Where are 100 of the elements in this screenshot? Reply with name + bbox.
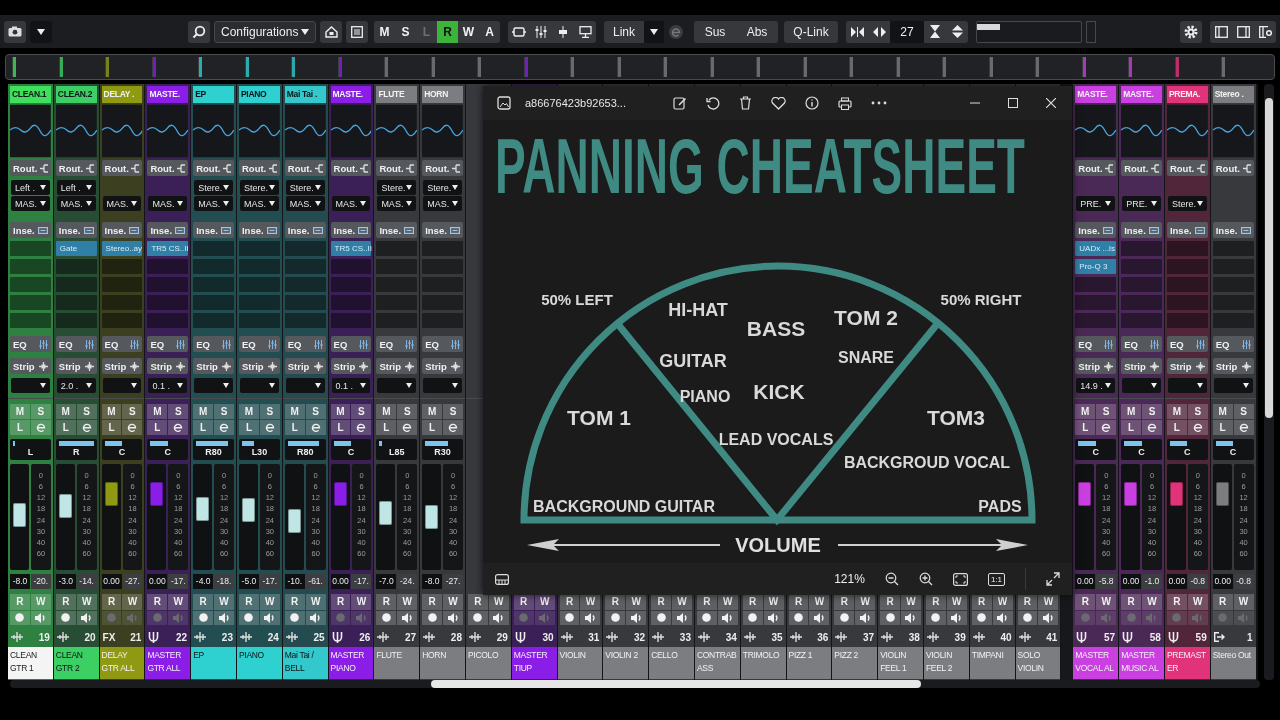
automation-button[interactable]: R [376, 594, 397, 610]
routing-button[interactable]: Rout. [1166, 160, 1208, 176]
channel-toggle-button[interactable]: S [1233, 404, 1254, 419]
eq-button[interactable]: EQ [10, 336, 51, 352]
pan-control[interactable]: C [147, 439, 189, 460]
volume-value[interactable]: -8.0 [10, 574, 30, 589]
input-dropdown[interactable]: Stere. [194, 180, 233, 195]
automation-button[interactable]: W [397, 594, 418, 610]
automation-button[interactable]: W [1187, 594, 1208, 610]
channel-name[interactable]: CLEAN GTR 2 [53, 647, 99, 679]
channel-name[interactable]: Mai Tai / BELL [282, 647, 328, 679]
channel-count-field[interactable]: 27 [890, 20, 924, 43]
automation-button[interactable]: R [513, 594, 534, 610]
channel-toggle-button[interactable]: M [101, 404, 122, 419]
mode-button[interactable]: R [437, 20, 458, 43]
volume-value[interactable]: -5.0 [239, 574, 259, 589]
channel-toggle-button[interactable]: S [305, 404, 326, 419]
channel-name[interactable]: PIANO [237, 647, 282, 679]
channel-toggle-button[interactable]: L [239, 420, 259, 435]
eq-button[interactable]: EQ [1212, 336, 1254, 352]
q-link-button[interactable]: Q-Link [784, 20, 838, 43]
strip-button[interactable]: Strip [1212, 358, 1254, 374]
channel-header[interactable]: EP [193, 86, 234, 103]
channel-header[interactable]: HORN [422, 86, 463, 103]
automation-button[interactable]: R [696, 594, 717, 610]
channel-toggle-button[interactable]: M [1121, 404, 1141, 419]
volume-value[interactable]: 0.00 [1212, 574, 1233, 589]
strip-button[interactable]: Strip [1166, 358, 1208, 374]
pan-control[interactable]: R80 [193, 439, 234, 460]
channel-name[interactable]: HORN [420, 647, 465, 679]
automation-button[interactable]: R [742, 594, 763, 610]
insert-slot[interactable]: UADx ...ls [1075, 241, 1117, 256]
strip-dropdown[interactable]: 0.1 . [331, 378, 371, 393]
automation-button[interactable]: W [1233, 594, 1254, 610]
automation-button[interactable]: W [168, 594, 189, 610]
channel-toggle-button[interactable]: L [1075, 420, 1096, 435]
pan-control[interactable]: L [10, 439, 51, 460]
configurations-dropdown[interactable]: Configurations [214, 20, 316, 43]
inserts-button[interactable]: Inse. [422, 222, 463, 238]
automation-button[interactable]: R [467, 594, 488, 610]
channel-toggle-button[interactable]: L [1121, 420, 1141, 435]
volume-value[interactable]: 0.00 [101, 574, 122, 589]
channel-toggle-button[interactable]: S [214, 404, 234, 419]
channel-toggle-button[interactable]: M [1212, 404, 1233, 419]
strip-button[interactable]: Strip [147, 358, 189, 374]
inserts-button[interactable]: Inse. [284, 222, 326, 238]
inserts-button[interactable]: Inse. [147, 222, 189, 238]
routing-button[interactable]: Rout. [1075, 160, 1117, 176]
mode-button[interactable]: M [374, 20, 395, 43]
automation-button[interactable]: W [214, 594, 234, 610]
inserts-button[interactable]: Inse. [376, 222, 418, 238]
strip-dropdown[interactable]: 2.0 . [56, 378, 96, 393]
inserts-button[interactable]: Inse. [330, 222, 372, 238]
automation-button[interactable]: R [1212, 594, 1233, 610]
automation-button[interactable]: R [605, 594, 626, 610]
channel-toggle-button[interactable]: L [284, 420, 305, 435]
channel-toggle-button[interactable]: M [376, 404, 397, 419]
automation-button[interactable]: W [305, 594, 326, 610]
inserts-button[interactable]: Inse. [101, 222, 143, 238]
volume-value[interactable]: -4.0 [193, 574, 214, 589]
channel-name[interactable]: CELLO [649, 647, 694, 679]
automation-button[interactable]: W [351, 594, 372, 610]
inserts-button[interactable]: Inse. [10, 222, 51, 238]
mode-button[interactable]: A [479, 20, 500, 43]
automation-button[interactable]: R [55, 594, 76, 610]
strip-button[interactable]: Strip [1121, 358, 1162, 374]
automation-button[interactable]: W [717, 594, 738, 610]
output-dropdown[interactable]: MAS. [102, 196, 142, 211]
channel-name[interactable]: PREMASTER [1164, 647, 1210, 679]
automation-button[interactable]: W [122, 594, 143, 610]
volume-value[interactable]: 0.00 [1166, 574, 1187, 589]
channel-name[interactable]: VIOLIN FEEL 1 [878, 647, 923, 679]
automation-button[interactable]: W [809, 594, 830, 610]
automation-button[interactable]: R [147, 594, 168, 610]
channel-name[interactable]: PICOLO [465, 647, 511, 679]
automation-button[interactable]: R [559, 594, 580, 610]
pan-control[interactable]: C [1166, 439, 1208, 460]
automation-button[interactable]: R [925, 594, 946, 610]
automation-button[interactable]: R [422, 594, 443, 610]
channel-name[interactable]: TIMPANI [969, 647, 1015, 679]
abs-button[interactable]: Abs [736, 20, 778, 43]
eq-button[interactable]: EQ [193, 336, 234, 352]
channel-toggle-button[interactable]: S [259, 404, 280, 419]
inserts-button[interactable]: Inse. [1212, 222, 1254, 238]
automation-button[interactable]: R [651, 594, 672, 610]
mode-button[interactable]: S [395, 20, 416, 43]
insert-slot[interactable]: Stereo..ay [101, 241, 143, 256]
insert-slot[interactable]: Pro-Q 3 [1075, 259, 1117, 274]
output-dropdown[interactable]: MAS. [194, 196, 233, 211]
channel-header[interactable]: Mai Tai . [284, 86, 326, 103]
volume-value[interactable]: -10. [284, 574, 305, 589]
channel-name[interactable]: VIOLIN [557, 647, 603, 679]
automation-button[interactable]: W [1142, 594, 1162, 610]
channel-name[interactable]: CONTRABASS [694, 647, 740, 679]
volume-value[interactable]: -8.0 [422, 574, 443, 589]
channel-toggle-button[interactable]: M [239, 404, 259, 419]
channel-name[interactable]: CLEAN GTR 1 [8, 647, 53, 679]
strip-button[interactable]: Strip [55, 358, 97, 374]
automation-button[interactable]: R [330, 594, 351, 610]
channel-header[interactable]: PIANO [239, 86, 280, 103]
